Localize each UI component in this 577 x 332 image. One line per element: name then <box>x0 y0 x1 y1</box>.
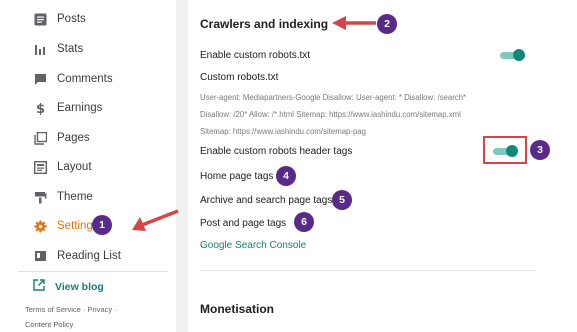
settings-main: Crawlers and indexing Enable custom robo… <box>188 0 577 332</box>
content-gutter <box>176 0 188 332</box>
archive-search-tags-label[interactable]: Archive and search page tags <box>200 195 332 206</box>
view-blog-link[interactable]: View blog <box>33 278 104 296</box>
content-policy-link[interactable]: Content Policy <box>25 320 73 329</box>
sidebar-item-pages[interactable]: Pages <box>0 125 176 151</box>
sidebar-item-posts[interactable]: Posts <box>0 6 176 32</box>
layout-icon <box>33 160 47 174</box>
sidebar-item-earnings[interactable]: $ Earnings <box>0 95 176 121</box>
annotation-arrow-1 <box>132 209 179 231</box>
view-blog-label: View blog <box>55 281 104 293</box>
annotation-arrow-2 <box>332 16 376 30</box>
sidebar-item-label: Layout <box>57 161 92 173</box>
sidebar-item-reading-list[interactable]: Reading List <box>0 243 176 269</box>
sidebar-item-label: Comments <box>57 73 113 85</box>
annotation-badge-4: 4 <box>276 166 296 186</box>
footer-separator: · <box>112 305 117 314</box>
gear-icon <box>33 219 47 233</box>
robots-line: User-agent: Mediapartners-Google Disallo… <box>200 93 467 102</box>
enable-robots-txt-toggle[interactable] <box>500 49 525 61</box>
terms-link[interactable]: Terms of Service <box>25 305 81 314</box>
section-divider <box>200 270 535 271</box>
posts-icon <box>33 12 47 26</box>
annotation-badge-5: 5 <box>332 190 352 210</box>
post-page-tags-label[interactable]: Post and page tags <box>200 218 286 229</box>
sidebar-item-label: Stats <box>57 43 84 55</box>
open-external-icon <box>33 278 45 296</box>
sidebar-divider <box>18 271 168 272</box>
sidebar-footer: Terms of Service · Privacy · <box>25 305 117 314</box>
annotation-badge-1: 1 <box>92 215 112 235</box>
custom-robots-txt-label[interactable]: Custom robots.txt <box>200 72 278 83</box>
annotation-badge-2: 2 <box>377 14 397 34</box>
enable-robots-txt-label: Enable custom robots.txt <box>200 50 311 61</box>
sidebar-item-label: Posts <box>57 13 86 25</box>
comments-icon <box>33 72 47 86</box>
robots-line: Sitemap: https://www.iashindu.com/sitema… <box>200 127 366 136</box>
enable-header-tags-toggle[interactable] <box>493 145 518 157</box>
sidebar-item-comments[interactable]: Comments <box>0 66 176 92</box>
dollar-icon: $ <box>33 101 47 115</box>
bookmark-icon <box>33 249 47 263</box>
pages-icon <box>33 131 47 145</box>
sidebar-item-label: Pages <box>57 132 90 144</box>
sidebar-item-layout[interactable]: Layout <box>0 154 176 180</box>
section-title-crawlers: Crawlers and indexing <box>200 17 329 31</box>
custom-robots-txt-value[interactable]: User-agent: Mediapartners-Google Disallo… <box>200 89 515 140</box>
google-search-console-link[interactable]: Google Search Console <box>200 240 306 251</box>
robots-line: Disallow: /20* Allow: /*.html Sitemap: h… <box>200 110 461 119</box>
svg-text:$: $ <box>35 102 44 115</box>
sidebar-item-label: Earnings <box>57 102 103 114</box>
stats-icon <box>33 42 47 56</box>
annotation-badge-3: 3 <box>530 140 550 160</box>
footer-separator: · <box>80 305 88 314</box>
sidebar-item-label: Theme <box>57 191 93 203</box>
enable-header-tags-label: Enable custom robots header tags <box>200 146 353 157</box>
sidebar: Posts Stats Comments $ Earnings Pages La… <box>0 0 176 332</box>
theme-icon <box>33 190 47 204</box>
section-title-monetisation: Monetisation <box>200 302 274 316</box>
home-page-tags-label[interactable]: Home page tags <box>200 171 273 182</box>
sidebar-footer-2: Content Policy <box>25 320 73 329</box>
sidebar-item-label: Reading List <box>57 250 121 262</box>
sidebar-item-stats[interactable]: Stats <box>0 36 176 62</box>
privacy-link[interactable]: Privacy <box>88 305 113 314</box>
annotation-badge-6: 6 <box>294 212 314 232</box>
